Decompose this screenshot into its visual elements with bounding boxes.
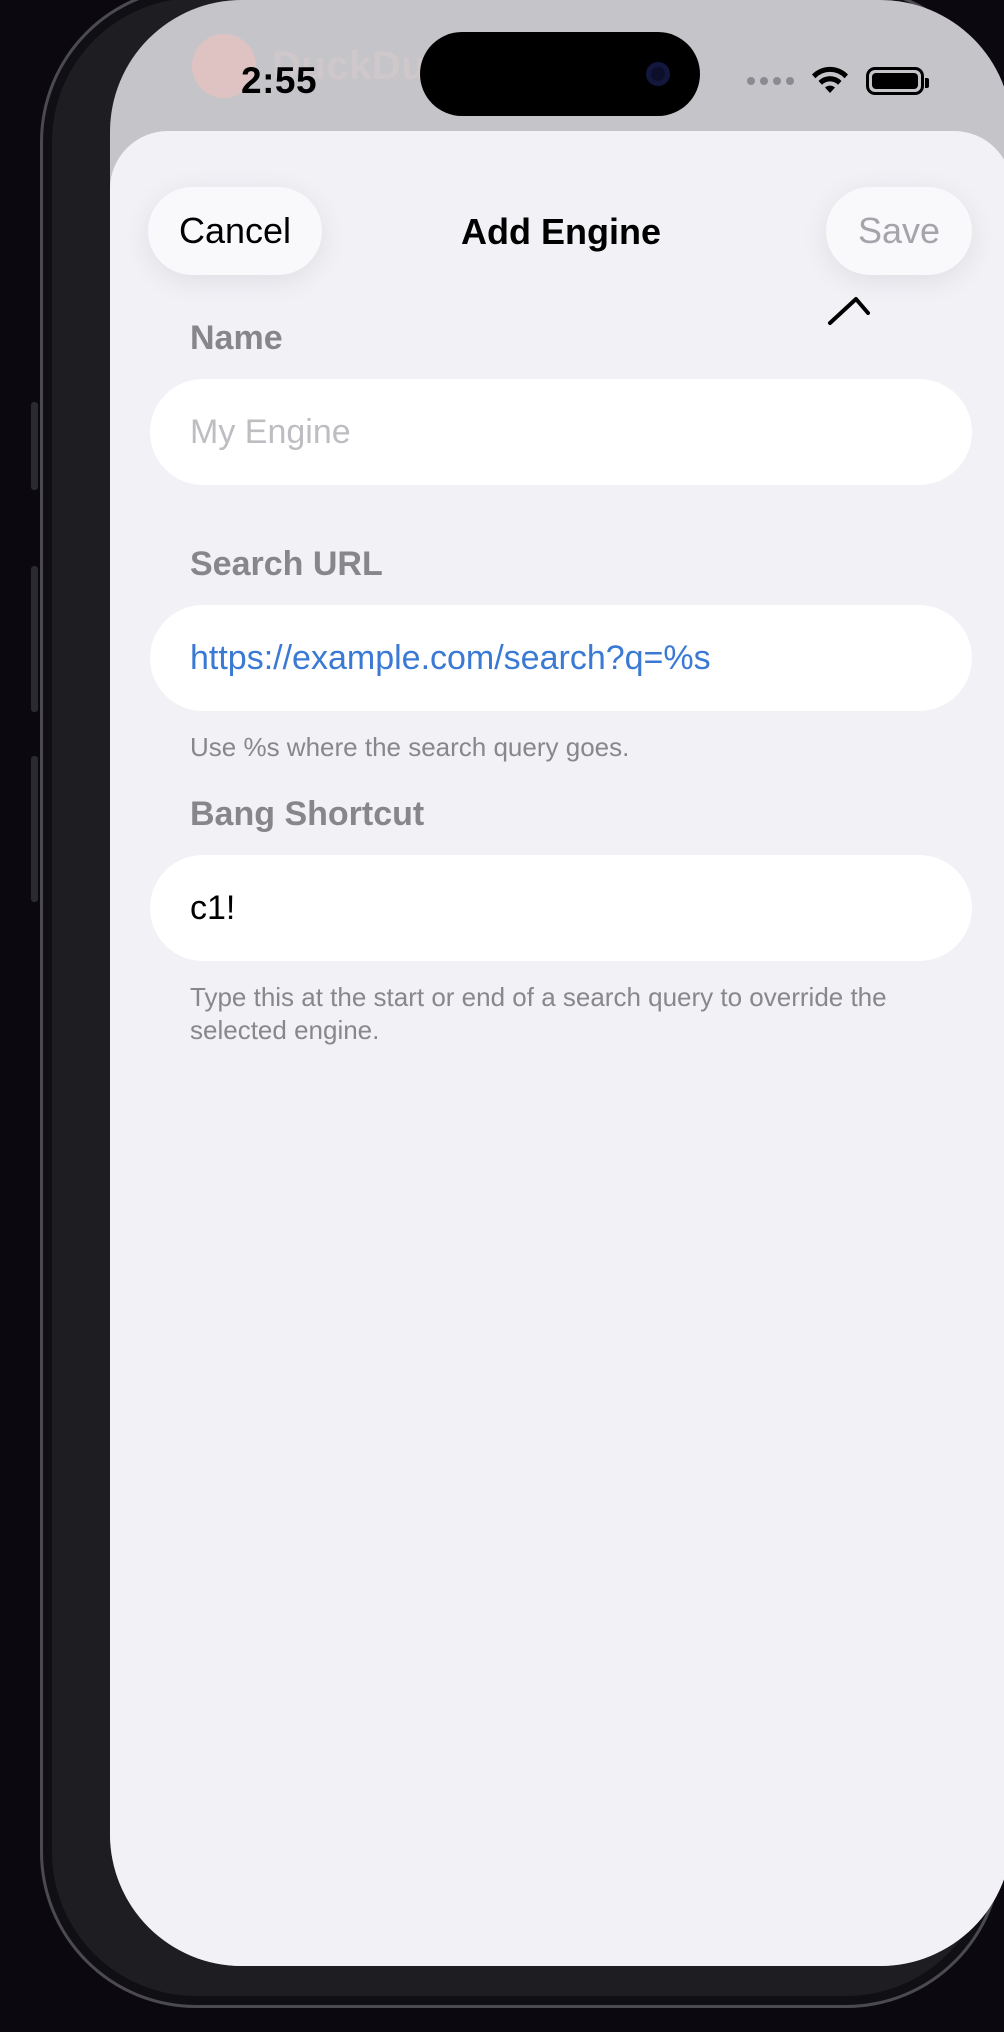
- cellular-signal-icon: [747, 77, 794, 85]
- device-stage: DuckDuck 2:55 Cancel Add Engine Save Nam…: [0, 0, 1004, 2032]
- search-url-label: Search URL: [190, 545, 383, 583]
- name-label: Name: [190, 319, 283, 357]
- bang-shortcut-label: Bang Shortcut: [190, 795, 425, 833]
- name-placeholder: My Engine: [190, 412, 351, 451]
- phone-frame: DuckDuck 2:55 Cancel Add Engine Save Nam…: [40, 0, 1004, 2008]
- volume-up-button: [31, 566, 38, 712]
- battery-icon: [866, 67, 929, 95]
- status-time: 2:55: [241, 60, 318, 101]
- bang-shortcut-value: c1!: [190, 888, 236, 927]
- action-button: [31, 402, 38, 490]
- name-field[interactable]: My Engine: [150, 379, 972, 485]
- wifi-icon: [812, 66, 848, 93]
- bang-shortcut-help: Type this at the start or end of a searc…: [190, 982, 887, 1045]
- search-url-field[interactable]: https://example.com/search?q=%s: [150, 605, 972, 711]
- screen: DuckDuck 2:55 Cancel Add Engine Save Nam…: [110, 0, 1004, 1966]
- dynamic-island: [420, 32, 700, 116]
- status-icons: [747, 66, 929, 96]
- bang-shortcut-field[interactable]: c1!: [150, 855, 972, 961]
- search-url-help: Use %s where the search query goes.: [190, 732, 630, 762]
- volume-down-button: [31, 756, 38, 902]
- add-engine-sheet: Cancel Add Engine Save Name My Engine Se…: [110, 131, 1004, 1966]
- save-button[interactable]: Save: [826, 187, 972, 275]
- pointer-cursor-icon: [828, 297, 870, 325]
- search-url-value: https://example.com/search?q=%s: [190, 638, 711, 677]
- camera-icon: [646, 62, 670, 86]
